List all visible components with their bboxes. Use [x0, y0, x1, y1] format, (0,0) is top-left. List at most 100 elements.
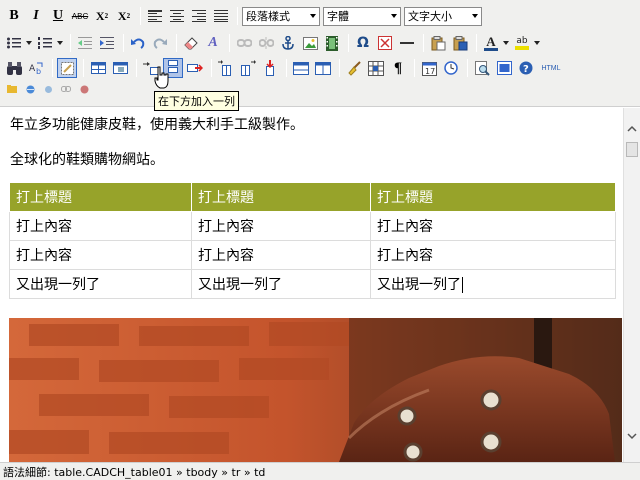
- preview-button[interactable]: [472, 58, 492, 78]
- anchor-icon: [282, 36, 294, 50]
- redo-button[interactable]: [150, 33, 170, 53]
- insert-link-button[interactable]: [234, 33, 254, 53]
- split-cells-button[interactable]: [313, 58, 333, 78]
- delete-col-button[interactable]: [260, 58, 280, 78]
- font-size-select[interactable]: 文字大小: [404, 6, 482, 26]
- align-center-button[interactable]: [167, 6, 187, 26]
- replace-button[interactable]: Ab: [26, 58, 46, 78]
- font-family-select[interactable]: 字體: [323, 6, 401, 26]
- italic-button[interactable]: I: [26, 6, 46, 26]
- non-breaking-space-button[interactable]: [375, 33, 395, 53]
- broom-icon: [347, 60, 361, 76]
- superscript-button[interactable]: X2: [114, 6, 134, 26]
- insert-emoticon-button[interactable]: [4, 81, 20, 97]
- strikethrough-button[interactable]: ABC: [70, 6, 90, 26]
- bold-button[interactable]: B: [4, 6, 24, 26]
- html-source-button[interactable]: HTML: [538, 58, 564, 78]
- table-cell[interactable]: 打上內容: [9, 211, 192, 241]
- insert-layer-button[interactable]: [40, 81, 56, 97]
- insert-col-before-button[interactable]: [216, 58, 236, 78]
- highlight-color-button[interactable]: ab: [512, 33, 532, 53]
- visual-aid-button[interactable]: [57, 58, 77, 78]
- outdent-button[interactable]: [75, 33, 95, 53]
- subscript-mark: 2: [104, 12, 109, 20]
- table-header-cell[interactable]: 打上標題: [191, 182, 371, 212]
- boot-photo: [9, 318, 622, 462]
- cleanup-button[interactable]: [344, 58, 364, 78]
- vertical-scrollbar[interactable]: [623, 108, 640, 462]
- table-header-cell[interactable]: 打上標題: [9, 182, 192, 212]
- omega-icon: Ω: [357, 35, 369, 51]
- find-button[interactable]: [4, 58, 24, 78]
- indent-button[interactable]: [97, 33, 117, 53]
- toolbar-separator: [176, 34, 177, 52]
- svg-text:b: b: [36, 67, 41, 75]
- element-path[interactable]: 語法細節: table.CADCH_table01 » tbody » tr »…: [3, 464, 265, 480]
- insert-record-button[interactable]: [76, 81, 92, 97]
- content-table[interactable]: 打上標題 打上標題 打上標題 打上內容 打上內容 打上內容 打上內容 打上內容 …: [9, 182, 616, 299]
- indent-icon: [100, 37, 114, 49]
- editor-content-area[interactable]: 年立多功能健康皮鞋，使用義大利手工級製作。 全球化的鞋類購物網站。 打上標題 打…: [0, 108, 623, 462]
- subscript-button[interactable]: X2: [92, 6, 112, 26]
- merge-cells-icon: [293, 61, 309, 75]
- chevron-down-icon: [388, 8, 400, 25]
- scroll-up-button[interactable]: [624, 120, 640, 137]
- table-cell[interactable]: 又出現一列了: [191, 269, 371, 299]
- numbered-list-dropdown[interactable]: [55, 33, 64, 53]
- table-cell[interactable]: 又出現一列了: [9, 269, 192, 299]
- horizontal-rule-button[interactable]: [397, 33, 417, 53]
- insert-col-after-button[interactable]: [238, 58, 258, 78]
- highlight-color-dropdown[interactable]: [532, 33, 541, 53]
- scroll-down-button[interactable]: [624, 428, 640, 445]
- align-justify-button[interactable]: [211, 6, 231, 26]
- paste-text-button[interactable]: [428, 33, 448, 53]
- unlink-button[interactable]: [256, 33, 276, 53]
- align-left-button[interactable]: [145, 6, 165, 26]
- table-cell[interactable]: 打上內容: [191, 211, 371, 241]
- bullet-list-dropdown[interactable]: [24, 33, 33, 53]
- anchor-button[interactable]: [278, 33, 298, 53]
- redo-icon: [153, 38, 167, 49]
- show-blocks-button[interactable]: ¶: [388, 58, 408, 78]
- table-props-button[interactable]: [110, 58, 130, 78]
- underline-button[interactable]: U: [48, 6, 68, 26]
- pilcrow-icon: ¶: [393, 59, 403, 76]
- table-cell[interactable]: 打上內容: [191, 240, 371, 270]
- insert-image-button[interactable]: [300, 33, 320, 53]
- table-cell[interactable]: 打上內容: [370, 240, 616, 270]
- link-icon: [236, 39, 252, 47]
- insert-time-button[interactable]: [441, 58, 461, 78]
- paste-word-button[interactable]: [450, 33, 470, 53]
- align-right-button[interactable]: [189, 6, 209, 26]
- cell-props-button[interactable]: [366, 58, 386, 78]
- bullet-list-button[interactable]: [4, 33, 24, 53]
- scrollbar-thumb[interactable]: [626, 142, 638, 157]
- paragraph-format-select[interactable]: 段落樣式: [242, 6, 320, 26]
- insert-date-button[interactable]: 17: [419, 58, 439, 78]
- merge-cells-button[interactable]: [291, 58, 311, 78]
- text-color-button[interactable]: A: [481, 33, 501, 53]
- replace-icon: Ab: [29, 62, 42, 75]
- delete-row-button[interactable]: [185, 58, 205, 78]
- table-header-cell[interactable]: 打上標題: [370, 182, 616, 212]
- text-color-icon: A: [486, 33, 496, 49]
- toolbar-separator: [414, 59, 415, 77]
- numbered-list-button[interactable]: [35, 33, 55, 53]
- align-justify-icon: [214, 10, 228, 22]
- table-cell[interactable]: 打上內容: [370, 211, 616, 241]
- help-button[interactable]: ?: [516, 58, 536, 78]
- table-cell-active[interactable]: 又出現一列了: [370, 269, 616, 299]
- remove-format-button[interactable]: [181, 33, 201, 53]
- insert-table-button[interactable]: [88, 58, 108, 78]
- fullscreen-button[interactable]: [494, 58, 514, 78]
- insert-flash-button[interactable]: [22, 81, 38, 97]
- insert-media-button[interactable]: [322, 33, 342, 53]
- fullscreen-icon: [496, 61, 512, 75]
- paragraph-format-value: 段落樣式: [246, 10, 290, 23]
- style-button[interactable]: A: [203, 33, 223, 53]
- undo-button[interactable]: [128, 33, 148, 53]
- text-color-dropdown[interactable]: [501, 33, 510, 53]
- insert-chain-button[interactable]: [58, 81, 74, 97]
- special-char-button[interactable]: Ω: [353, 33, 373, 53]
- table-cell[interactable]: 打上內容: [9, 240, 192, 270]
